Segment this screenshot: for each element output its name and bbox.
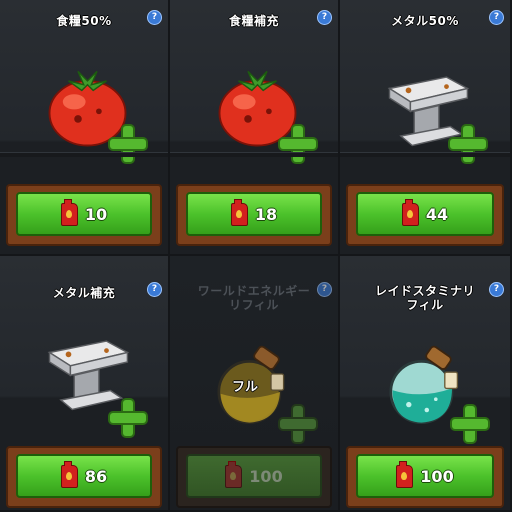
shelf-divider bbox=[340, 152, 510, 157]
price-label: 10 bbox=[84, 204, 108, 224]
price-label: 86 bbox=[84, 466, 108, 486]
full-status-label: フル bbox=[232, 380, 259, 395]
shop-card-food-refill[interactable]: 食糧補充 ? 18 bbox=[170, 0, 340, 256]
shop-card-raid-stamina-refill[interactable]: レイドスタミナリ フィル ? 100 bbox=[340, 256, 512, 512]
add-plus-icon bbox=[452, 406, 488, 442]
help-icon[interactable]: ? bbox=[147, 10, 162, 25]
buy-button[interactable]: 18 bbox=[186, 192, 322, 236]
fuel-can-icon bbox=[60, 460, 78, 488]
price-label: 44 bbox=[425, 204, 449, 224]
help-icon[interactable]: ? bbox=[489, 10, 504, 25]
button-frame: 10 bbox=[6, 184, 162, 246]
card-title: 食糧50% bbox=[56, 14, 112, 28]
card-title: ワールドエネルギー リフィル bbox=[197, 284, 311, 312]
card-title: メタル補充 bbox=[52, 286, 116, 300]
fuel-can-icon bbox=[401, 198, 419, 226]
add-plus-icon bbox=[280, 406, 316, 442]
button-frame: 100 bbox=[346, 446, 504, 508]
fuel-can-icon bbox=[396, 460, 414, 488]
button-frame: 18 bbox=[176, 184, 332, 246]
button-frame: 86 bbox=[6, 446, 162, 508]
shelf-divider bbox=[170, 152, 338, 157]
buy-button[interactable]: 100 bbox=[356, 454, 494, 498]
add-plus-icon bbox=[110, 400, 146, 436]
buy-button-disabled: 100 bbox=[186, 454, 322, 498]
fuel-can-icon bbox=[225, 460, 243, 488]
price-label: 100 bbox=[420, 466, 454, 486]
buy-button[interactable]: 86 bbox=[16, 454, 152, 498]
help-icon[interactable]: ? bbox=[317, 282, 332, 297]
fuel-can-icon bbox=[230, 198, 248, 226]
card-title: メタル50% bbox=[391, 14, 459, 28]
buy-button[interactable]: 44 bbox=[356, 192, 494, 236]
button-frame: 100 bbox=[176, 446, 332, 508]
shop-grid: 食糧50% ? 10 食糧補充 ? 18 メタル50% ? 44 メタル補充 ?… bbox=[0, 0, 512, 512]
help-icon[interactable]: ? bbox=[317, 10, 332, 25]
help-icon[interactable]: ? bbox=[147, 282, 162, 297]
buy-button[interactable]: 10 bbox=[16, 192, 152, 236]
shelf-divider bbox=[0, 152, 168, 157]
shop-card-metal-refill[interactable]: メタル補充 ? 86 bbox=[0, 256, 170, 512]
shop-card-food-50[interactable]: 食糧50% ? 10 bbox=[0, 0, 170, 256]
price-label: 18 bbox=[254, 204, 278, 224]
shop-card-world-energy-refill: ワールドエネルギー リフィル ? フル 100 bbox=[170, 256, 340, 512]
fuel-can-icon bbox=[60, 198, 78, 226]
card-title: レイドスタミナリ フィル bbox=[374, 284, 475, 312]
button-frame: 44 bbox=[346, 184, 504, 246]
card-title: 食糧補充 bbox=[228, 14, 279, 28]
help-icon[interactable]: ? bbox=[489, 282, 504, 297]
shop-card-metal-50[interactable]: メタル50% ? 44 bbox=[340, 0, 512, 256]
price-label: 100 bbox=[249, 466, 283, 486]
